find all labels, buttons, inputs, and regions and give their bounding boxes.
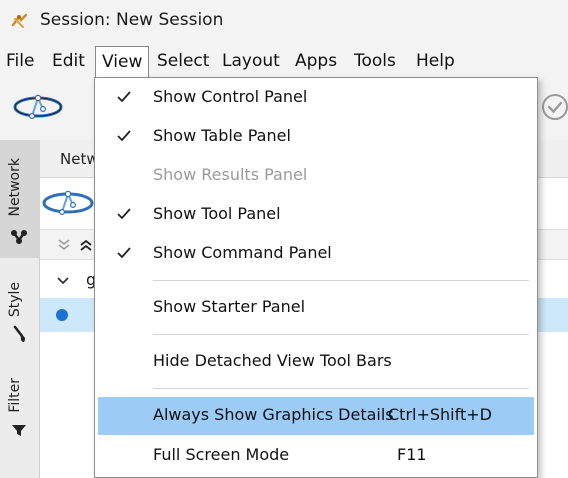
network-status-dot — [56, 309, 68, 321]
filter-icon — [12, 425, 26, 436]
app-window: Session: New Session File Edit View Sele… — [0, 0, 568, 478]
menu-item-label: Show Table Panel — [153, 126, 291, 145]
menu-item-full-screen-mode[interactable]: Full Screen Mode F11 — [95, 438, 537, 474]
menu-tools[interactable]: Tools — [354, 48, 396, 74]
menu-item-label: Show Control Panel — [153, 87, 308, 106]
collapse-all-icon[interactable] — [56, 237, 72, 253]
menu-item-label: Show Results Panel — [153, 165, 308, 184]
menu-file[interactable]: File — [6, 48, 34, 74]
menu-bar: File Edit View Select Layout Apps Tools … — [0, 42, 568, 78]
menu-help[interactable]: Help — [416, 48, 455, 74]
menu-view[interactable]: View — [95, 46, 150, 78]
menu-item-label: Full Screen Mode — [153, 445, 290, 464]
checkmark-icon — [117, 91, 131, 103]
network-logo-icon[interactable] — [40, 188, 96, 218]
chevron-down-icon[interactable] — [56, 274, 70, 288]
menu-separator — [153, 334, 529, 335]
menu-edit[interactable]: Edit — [52, 48, 85, 74]
menu-item-label: Hide Detached View Tool Bars — [153, 351, 392, 370]
network-panel-title: Netw — [60, 150, 99, 168]
tab-style-label: Style — [7, 282, 23, 318]
menu-item-show-results-panel: Show Results Panel — [95, 158, 537, 194]
menu-item-hide-detached-view-tool-bars[interactable]: Hide Detached View Tool Bars — [95, 344, 537, 380]
cytoscape-logo-icon[interactable] — [12, 92, 64, 122]
window-title: Session: New Session — [40, 10, 224, 30]
menu-item-show-control-panel[interactable]: Show Control Panel — [95, 80, 537, 116]
checkmark-icon — [117, 247, 131, 259]
cytoscape-app-icon — [11, 13, 28, 28]
tab-style[interactable]: Style — [0, 264, 40, 362]
title-bar: Session: New Session — [0, 0, 568, 42]
menu-item-show-starter-panel[interactable]: Show Starter Panel — [95, 290, 537, 326]
menu-item-show-tool-panel[interactable]: Show Tool Panel — [95, 197, 537, 233]
menu-item-always-show-graphics-details[interactable]: Always Show Graphics Details Ctrl+Shift+… — [98, 397, 534, 435]
tab-network-label: Network — [7, 158, 23, 217]
network-icon — [11, 230, 27, 244]
checkmark-icon — [117, 130, 131, 142]
menu-item-label: Show Command Panel — [153, 243, 332, 262]
menu-item-label: Always Show Graphics Details — [153, 405, 394, 424]
menu-separator — [153, 388, 529, 389]
tab-filter-label: Filter — [7, 378, 23, 413]
menu-separator — [153, 280, 529, 281]
menu-item-label: Show Tool Panel — [153, 204, 281, 223]
menu-item-shortcut: F11 — [397, 445, 427, 464]
menu-layout[interactable]: Layout — [222, 48, 280, 74]
menu-select[interactable]: Select — [157, 48, 209, 74]
menu-item-show-command-panel[interactable]: Show Command Panel — [95, 236, 537, 272]
menu-apps[interactable]: Apps — [295, 48, 337, 74]
paintbrush-icon — [13, 325, 25, 342]
tab-network[interactable]: Network — [0, 140, 40, 258]
expand-all-icon[interactable] — [78, 237, 94, 253]
menu-item-show-table-panel[interactable]: Show Table Panel — [95, 119, 537, 155]
menu-item-label: Show Starter Panel — [153, 297, 306, 316]
tab-filter[interactable]: Filter — [0, 368, 40, 468]
view-menu-dropdown: Show Control Panel Show Table Panel Show… — [94, 77, 538, 478]
menu-item-shortcut: Ctrl+Shift+D — [388, 405, 492, 424]
side-tab-strip: Network Style Filter — [0, 140, 40, 478]
checkmark-icon — [117, 208, 131, 220]
check-circle-icon[interactable] — [540, 92, 568, 122]
